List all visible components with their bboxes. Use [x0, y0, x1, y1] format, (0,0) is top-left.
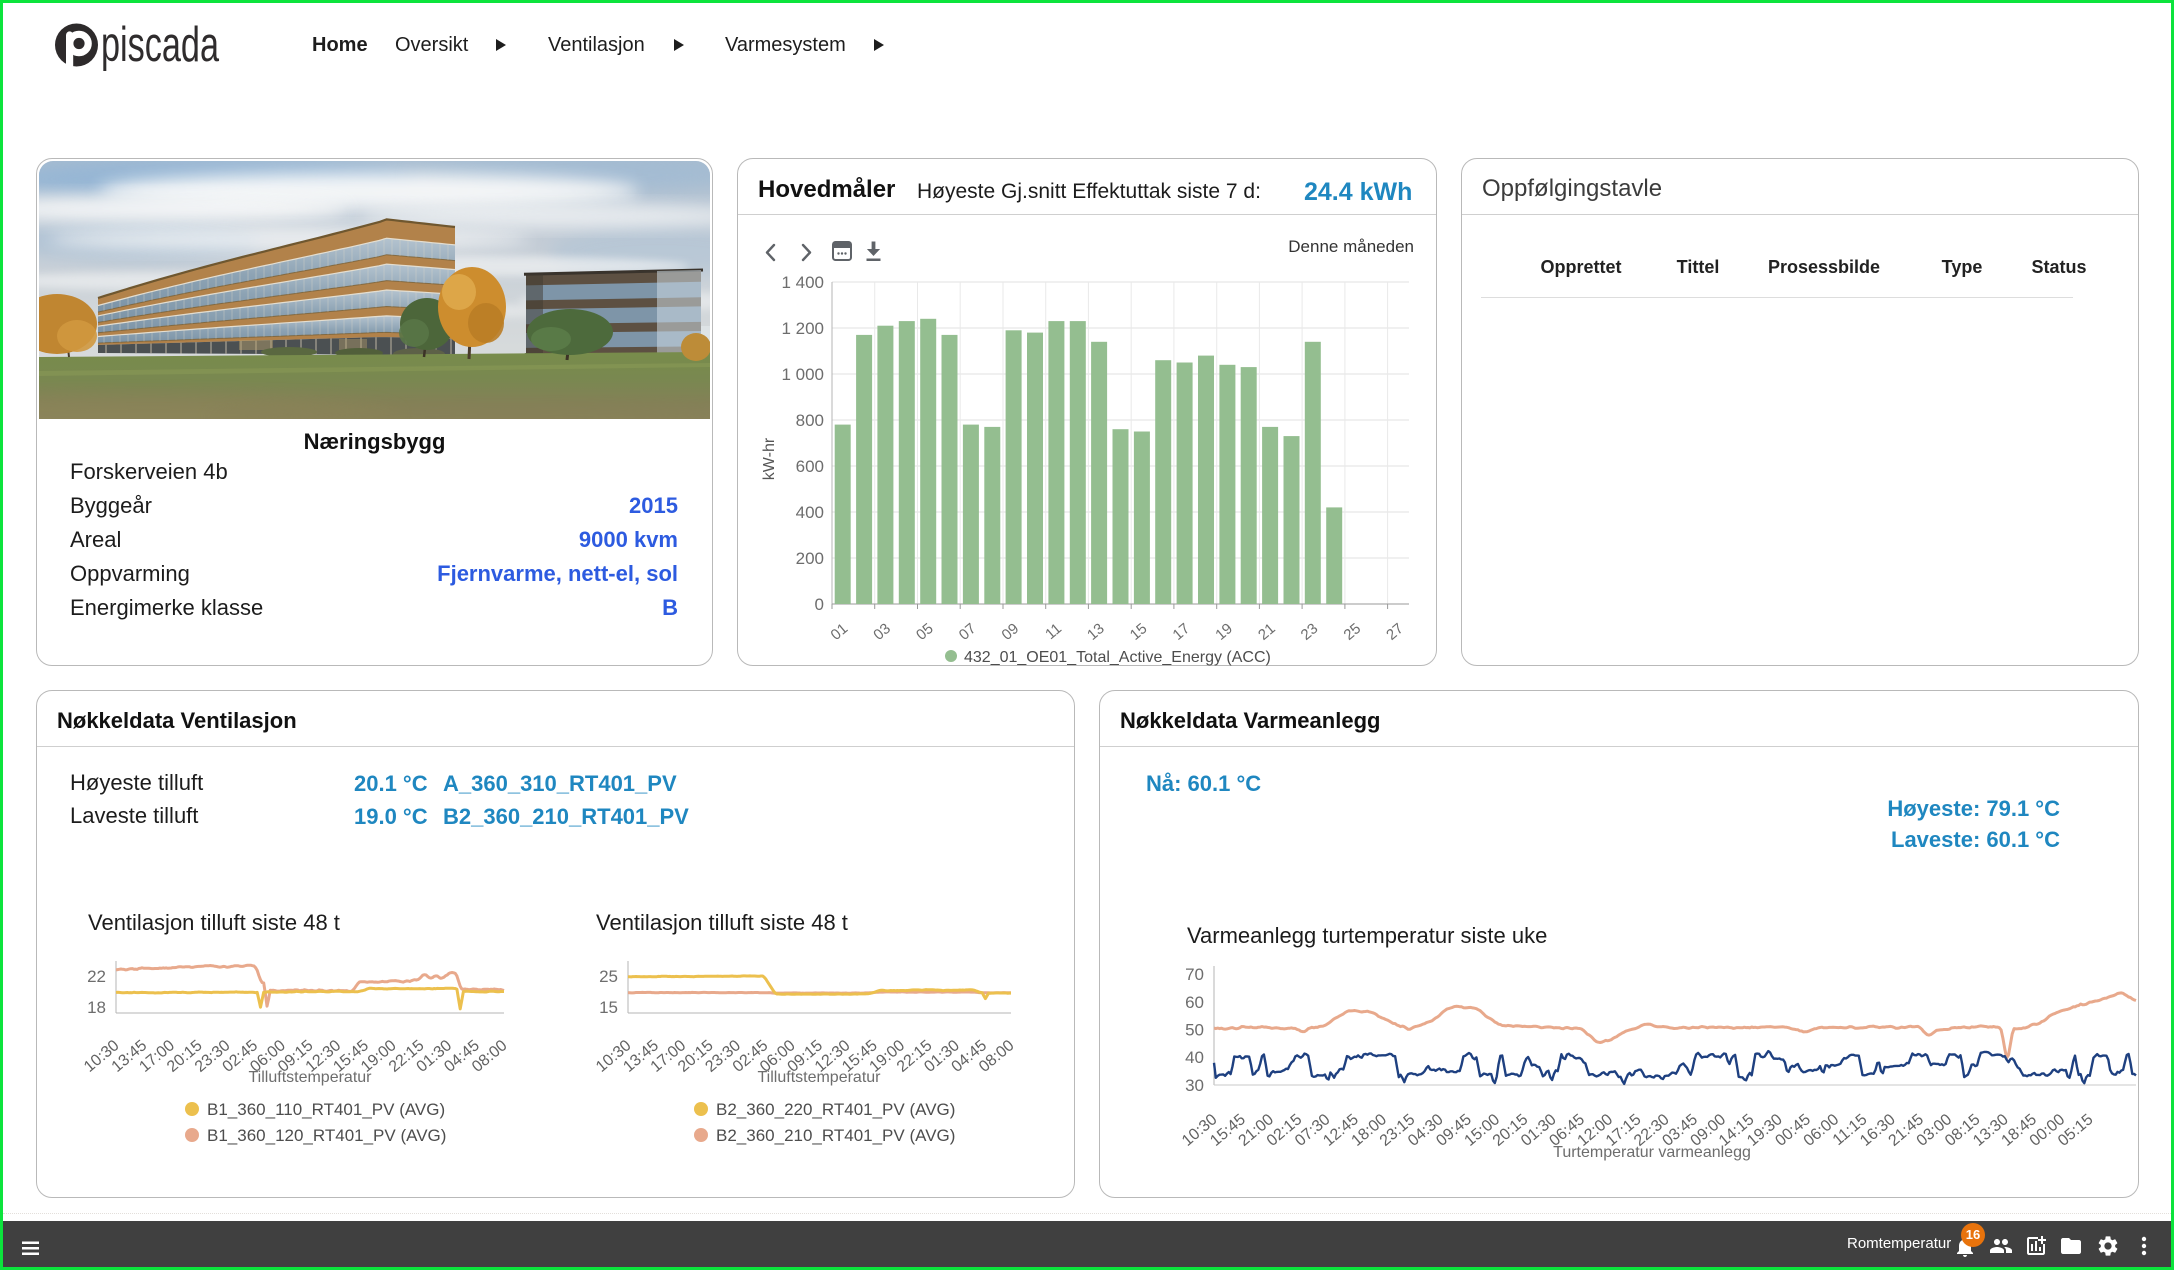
svg-text:kW-hr: kW-hr	[761, 437, 778, 480]
svg-text:B2_360_210_RT401_PV (AVG): B2_360_210_RT401_PV (AVG)	[716, 1126, 955, 1145]
svg-text:03: 03	[870, 620, 894, 644]
svg-text:Turtemperatur varmeanlegg: Turtemperatur varmeanlegg	[1553, 1144, 1751, 1161]
svg-text:B2_360_220_RT401_PV (AVG): B2_360_220_RT401_PV (AVG)	[716, 1100, 955, 1119]
svg-text:Tilluftstemperatur: Tilluftstemperatur	[249, 1069, 373, 1086]
svg-text:15: 15	[599, 998, 618, 1017]
svg-text:0: 0	[815, 595, 824, 614]
svg-text:21: 21	[1255, 620, 1279, 644]
svg-text:23: 23	[1298, 620, 1322, 644]
svg-text:05: 05	[913, 620, 937, 644]
svg-text:17: 17	[1169, 620, 1193, 644]
svg-text:432_01_OE01_Total_Active_Energ: 432_01_OE01_Total_Active_Energy (ACC)	[964, 649, 1271, 666]
svg-text:40: 40	[1185, 1048, 1204, 1067]
svg-text:1 000: 1 000	[781, 365, 824, 384]
svg-text:50: 50	[1185, 1021, 1204, 1040]
svg-text:25: 25	[599, 967, 618, 986]
svg-text:400: 400	[796, 503, 824, 522]
svg-text:22: 22	[87, 967, 106, 986]
svg-text:1 200: 1 200	[781, 319, 824, 338]
svg-text:18: 18	[87, 998, 106, 1017]
svg-text:Tilluftstemperatur: Tilluftstemperatur	[758, 1069, 882, 1086]
svg-text:11: 11	[1042, 620, 1065, 643]
svg-text:piscada: piscada	[101, 22, 220, 72]
svg-text:200: 200	[796, 549, 824, 568]
svg-text:B1_360_120_RT401_PV (AVG): B1_360_120_RT401_PV (AVG)	[207, 1126, 446, 1145]
svg-text:25: 25	[1340, 620, 1364, 644]
svg-text:19: 19	[1212, 620, 1236, 644]
svg-text:07: 07	[956, 620, 980, 644]
svg-text:30: 30	[1185, 1076, 1204, 1095]
svg-text:15: 15	[1127, 620, 1151, 644]
svg-text:600: 600	[796, 457, 824, 476]
svg-text:70: 70	[1185, 965, 1204, 984]
svg-text:01: 01	[828, 620, 852, 644]
svg-text:27: 27	[1383, 620, 1407, 644]
svg-text:13: 13	[1084, 620, 1108, 644]
svg-text:09: 09	[998, 620, 1022, 644]
svg-text:60: 60	[1185, 993, 1204, 1012]
svg-text:B1_360_110_RT401_PV (AVG): B1_360_110_RT401_PV (AVG)	[207, 1100, 445, 1119]
svg-text:1 400: 1 400	[781, 273, 824, 292]
svg-text:800: 800	[796, 411, 824, 430]
